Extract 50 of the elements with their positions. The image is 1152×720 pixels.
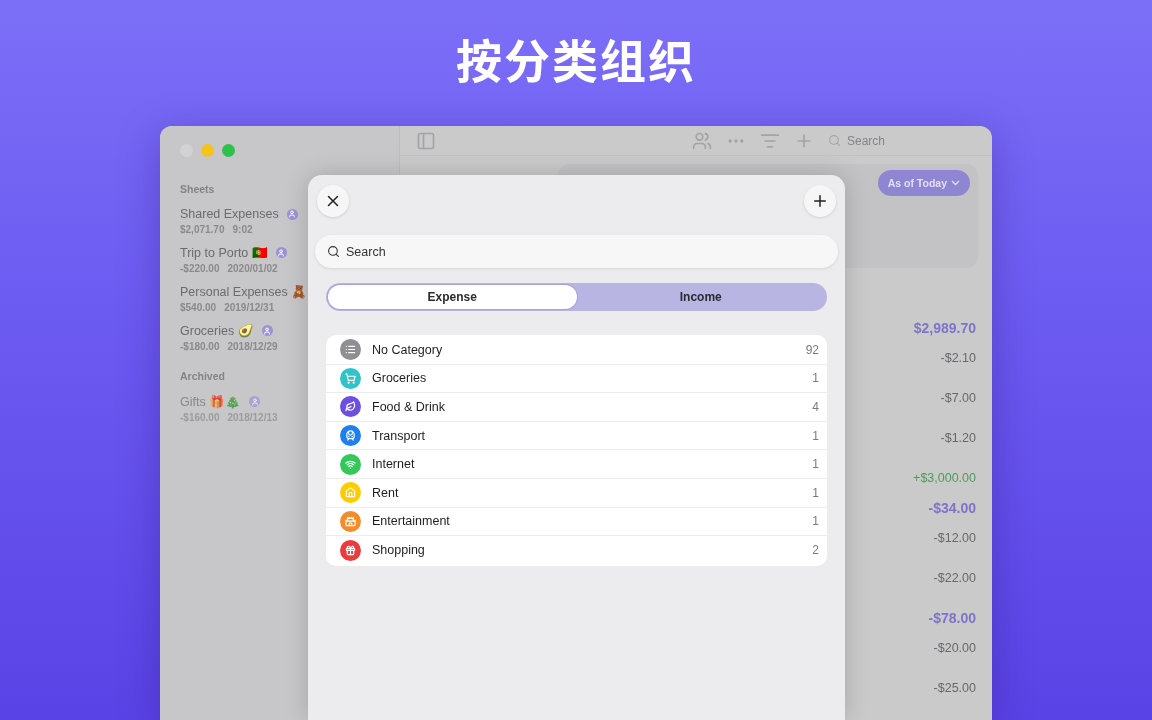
transaction-amount: -$25.00: [933, 680, 976, 697]
sheet-amount: $2,071.70: [180, 224, 225, 235]
sheet-date: 2018/12/29: [227, 341, 278, 352]
category-name[interactable]: Food & Drink: [372, 400, 802, 414]
category-name[interactable]: Internet: [372, 457, 802, 472]
search-icon: [327, 245, 340, 258]
category-name[interactable]: No Category: [372, 342, 795, 357]
group-total: -$78.00: [928, 610, 976, 628]
search-field[interactable]: Search: [315, 235, 838, 268]
zoom-window-button[interactable]: [222, 144, 235, 157]
transaction-amount: -$20.00: [933, 640, 976, 657]
category-count: 2: [812, 543, 819, 558]
category-count: 1: [812, 514, 819, 529]
minimize-window-button[interactable]: [201, 144, 214, 157]
group-total: $2,989.70: [913, 320, 976, 338]
add-button[interactable]: [804, 185, 836, 217]
sheet-date: 2020/01/02: [227, 263, 278, 274]
category-name[interactable]: Shopping: [372, 543, 802, 558]
category-count: 1: [812, 457, 819, 472]
sheet-amount: -$180.00: [180, 341, 220, 352]
people-icon[interactable]: [692, 130, 712, 151]
category-count: 4: [812, 400, 819, 414]
category-name[interactable]: Groceries: [372, 371, 802, 386]
category-name[interactable]: Entertainment: [372, 514, 802, 529]
transaction-amount: +$3,000.00: [913, 470, 976, 487]
close-button[interactable]: [317, 185, 349, 217]
sheet-amount: -$220.00: [180, 263, 220, 274]
segment-tab[interactable]: Income: [576, 285, 825, 309]
category-name[interactable]: Transport: [372, 428, 802, 443]
category-name[interactable]: Rent: [372, 485, 802, 500]
transaction-amount: -$2.10: [940, 350, 976, 367]
transaction-amount: -$22.00: [933, 570, 976, 587]
category-count: 92: [805, 342, 819, 357]
search-icon: [828, 134, 841, 147]
sheet-date: 9:02: [232, 224, 253, 235]
sidebar-toggle-icon[interactable]: [416, 130, 436, 151]
segment-tab[interactable]: Expense: [328, 285, 577, 309]
category-count: 1: [812, 485, 819, 500]
category-count: 1: [812, 371, 819, 386]
sheet-amount: $540.00: [180, 302, 217, 313]
transaction-amount: -$1.20: [940, 430, 976, 447]
section-title: Sheets: [180, 183, 216, 195]
transaction-amount: -$7.00: [940, 390, 976, 407]
headline: 按分类组织: [456, 26, 696, 93]
plus-icon: [811, 192, 829, 210]
transaction-amount: -$12.00: [933, 530, 976, 547]
sheet-date: 2019/12/31: [224, 302, 275, 313]
group-total: -$34.00: [928, 500, 976, 518]
chevron-down-icon: [951, 180, 960, 186]
category-count: 1: [812, 428, 819, 443]
